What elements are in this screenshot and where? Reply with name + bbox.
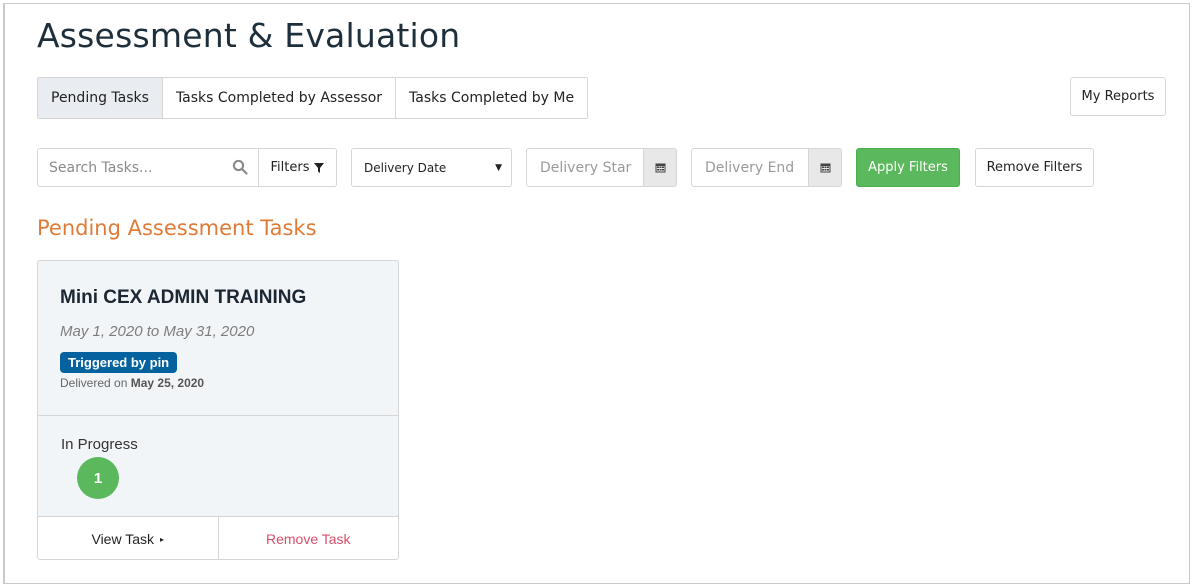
- delivery-end-date[interactable]: Delivery End: [691, 148, 842, 187]
- tab-tasks-completed-by-me[interactable]: Tasks Completed by Me: [396, 78, 588, 118]
- delivery-start-date[interactable]: Delivery Star: [526, 148, 677, 187]
- task-tabs: Pending Tasks Tasks Completed by Assesso…: [37, 77, 589, 119]
- search-icon[interactable]: [232, 159, 248, 175]
- delivered-prefix: Delivered on: [60, 376, 128, 390]
- view-task-label: View Task: [91, 531, 154, 547]
- remove-filters-label: Remove Filters: [986, 160, 1083, 175]
- remove-task-button[interactable]: Remove Task: [219, 517, 399, 559]
- calendar-icon: [820, 163, 830, 173]
- apply-filters-button[interactable]: Apply Filters: [856, 148, 960, 187]
- remove-filters-button[interactable]: Remove Filters: [975, 148, 1094, 187]
- task-title: Mini CEX ADMIN TRAINING: [60, 287, 307, 308]
- my-reports-button[interactable]: My Reports: [1070, 77, 1166, 116]
- apply-filters-label: Apply Filters: [868, 160, 948, 175]
- calendar-button[interactable]: [643, 149, 676, 186]
- delivery-start-input[interactable]: Delivery Star: [527, 149, 643, 186]
- view-task-button[interactable]: View Task ▸: [38, 517, 219, 559]
- filter-funnel-icon: [314, 162, 325, 173]
- tab-pending-tasks[interactable]: Pending Tasks: [38, 78, 163, 118]
- trigger-badge: Triggered by pin: [60, 352, 178, 373]
- status-count-badge[interactable]: 1: [77, 457, 119, 499]
- page-title: Assessment & Evaluation: [37, 16, 461, 55]
- calendar-button[interactable]: [808, 149, 841, 186]
- play-triangle-icon: ▸: [160, 534, 165, 544]
- tab-tasks-completed-by-assessor[interactable]: Tasks Completed by Assessor: [162, 78, 397, 118]
- tab-label: Tasks Completed by Assessor: [175, 90, 383, 106]
- search-field[interactable]: [37, 148, 259, 187]
- tab-label: Pending Tasks: [51, 90, 149, 106]
- delivered-info: Delivered on May 25, 2020: [60, 376, 204, 390]
- delivery-end-input[interactable]: Delivery End: [692, 149, 808, 186]
- caret-down-icon: ▼: [495, 163, 502, 173]
- filters-button[interactable]: Filters: [259, 148, 337, 187]
- card-divider: [38, 415, 398, 416]
- card-footer: View Task ▸ Remove Task: [38, 516, 399, 559]
- my-reports-label: My Reports: [1081, 89, 1155, 104]
- status-label: In Progress: [61, 436, 138, 453]
- task-date-range: May 1, 2020 to May 31, 2020: [60, 323, 255, 340]
- search-input[interactable]: [49, 159, 219, 176]
- date-type-selected: Delivery Date: [364, 160, 447, 175]
- date-type-select[interactable]: Delivery Date ▼: [351, 148, 512, 187]
- calendar-icon: [655, 163, 665, 173]
- filters-label: Filters: [270, 160, 310, 175]
- section-title: Pending Assessment Tasks: [37, 216, 317, 240]
- remove-task-label: Remove Task: [265, 531, 351, 547]
- delivered-date: May 25, 2020: [130, 376, 205, 390]
- task-card: Mini CEX ADMIN TRAINING May 1, 2020 to M…: [37, 260, 399, 560]
- tab-label: Tasks Completed by Me: [409, 90, 575, 106]
